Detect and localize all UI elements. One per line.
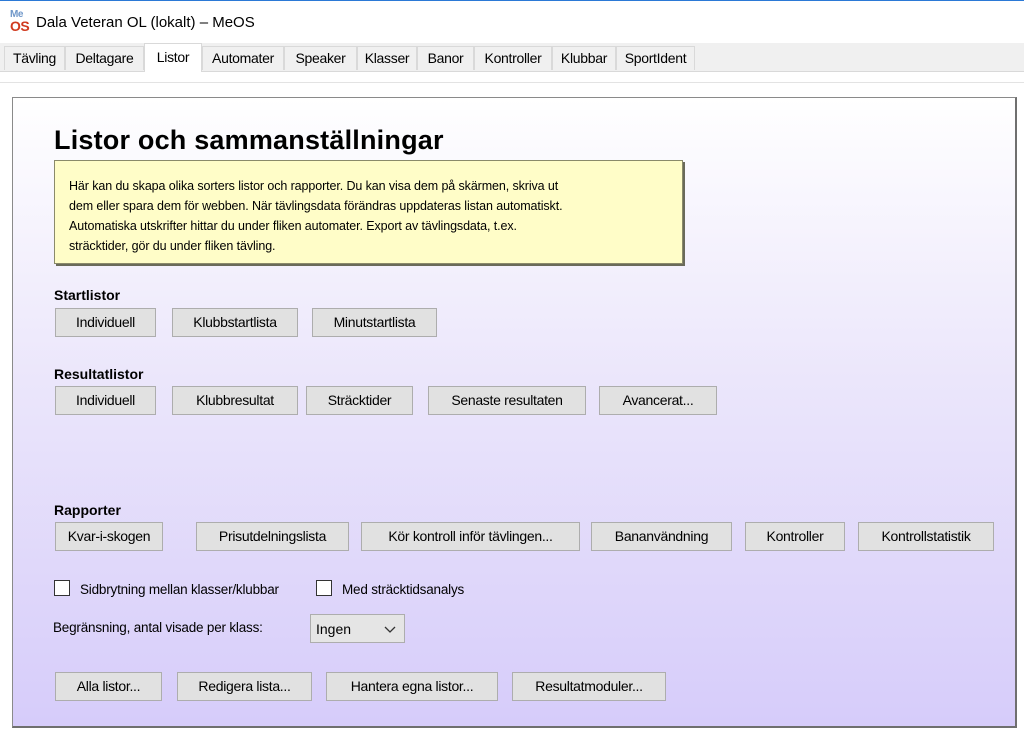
tab-tavling[interactable]: Tävling — [4, 46, 65, 70]
kontrollstatistik-button[interactable]: Kontrollstatistik — [858, 522, 994, 551]
lists-panel: Listor och sammanställningar Här kan du … — [12, 97, 1017, 728]
tab-klubbar[interactable]: Klubbar — [552, 46, 616, 70]
klubbresultat-button[interactable]: Klubbresultat — [172, 386, 298, 415]
meos-app-icon: Me OS — [8, 9, 34, 35]
tab-kontroller[interactable]: Kontroller — [474, 46, 552, 70]
split-analysis-label: Med sträcktidsanalys — [342, 582, 465, 597]
resultatmoduler-button[interactable]: Resultatmoduler... — [512, 672, 666, 701]
toolbar-strip — [0, 72, 1024, 83]
tab-sportident[interactable]: SportIdent — [616, 46, 695, 70]
info-line: Automatiska utskrifter hittar du under f… — [69, 219, 517, 233]
minutstartlista-button[interactable]: Minutstartlista — [312, 308, 437, 337]
hantera-egna-listor-button[interactable]: Hantera egna listor... — [326, 672, 498, 701]
kontroller-button[interactable]: Kontroller — [745, 522, 845, 551]
kvar-i-skogen-button[interactable]: Kvar-i-skogen — [55, 522, 163, 551]
info-line: Här kan du skapa olika sorters listor oc… — [69, 179, 559, 193]
limit-select-value: Ingen — [316, 621, 352, 637]
startlistor-label: Startlistor — [54, 287, 121, 303]
avancerat-button[interactable]: Avancerat... — [599, 386, 717, 415]
alla-listor-button[interactable]: Alla listor... — [55, 672, 162, 701]
page-title: Listor och sammanställningar — [54, 125, 444, 155]
icon-text-os: OS — [10, 18, 30, 34]
kor-kontroll-button[interactable]: Kör kontroll inför tävlingen... — [361, 522, 580, 551]
tab-automater[interactable]: Automater — [202, 46, 284, 70]
page-break-label: Sidbrytning mellan klasser/klubbar — [80, 582, 279, 597]
stracktider-button[interactable]: Sträcktider — [306, 386, 413, 415]
info-line: dem eller spara dem för webben. När tävl… — [69, 199, 563, 213]
split-analysis-checkbox[interactable] — [316, 580, 332, 596]
rapporter-label: Rapporter — [54, 502, 121, 518]
tab-bar: Tävling Deltagare Listor Automater Speak… — [0, 43, 1024, 72]
limit-label: Begränsning, antal visade per klass: — [53, 620, 263, 635]
tab-listor[interactable]: Listor — [144, 43, 202, 72]
prisutdelningslista-button[interactable]: Prisutdelningslista — [196, 522, 349, 551]
klubbstartlista-button[interactable]: Klubbstartlista — [172, 308, 298, 337]
window-title: Dala Veteran OL (lokalt) – MeOS — [36, 14, 255, 31]
chevron-down-icon — [384, 626, 396, 633]
tab-banor[interactable]: Banor — [417, 46, 474, 70]
tab-speaker[interactable]: Speaker — [284, 46, 357, 70]
result-individuell-button[interactable]: Individuell — [55, 386, 156, 415]
page-break-checkbox[interactable] — [54, 580, 70, 596]
info-box: Här kan du skapa olika sorters listor oc… — [54, 160, 683, 264]
tab-deltagare[interactable]: Deltagare — [65, 46, 144, 70]
limit-select[interactable]: Ingen — [310, 614, 405, 643]
title-bar: Me OS Dala Veteran OL (lokalt) – MeOS — [0, 1, 1024, 41]
info-line: sträcktider, gör du under fliken tävling… — [69, 239, 276, 253]
start-individuell-button[interactable]: Individuell — [55, 308, 156, 337]
redigera-lista-button[interactable]: Redigera lista... — [177, 672, 312, 701]
resultatlistor-label: Resultatlistor — [54, 366, 144, 382]
senaste-resultaten-button[interactable]: Senaste resultaten — [428, 386, 586, 415]
bananvandning-button[interactable]: Bananvändning — [591, 522, 732, 551]
tab-klasser[interactable]: Klasser — [357, 46, 417, 70]
